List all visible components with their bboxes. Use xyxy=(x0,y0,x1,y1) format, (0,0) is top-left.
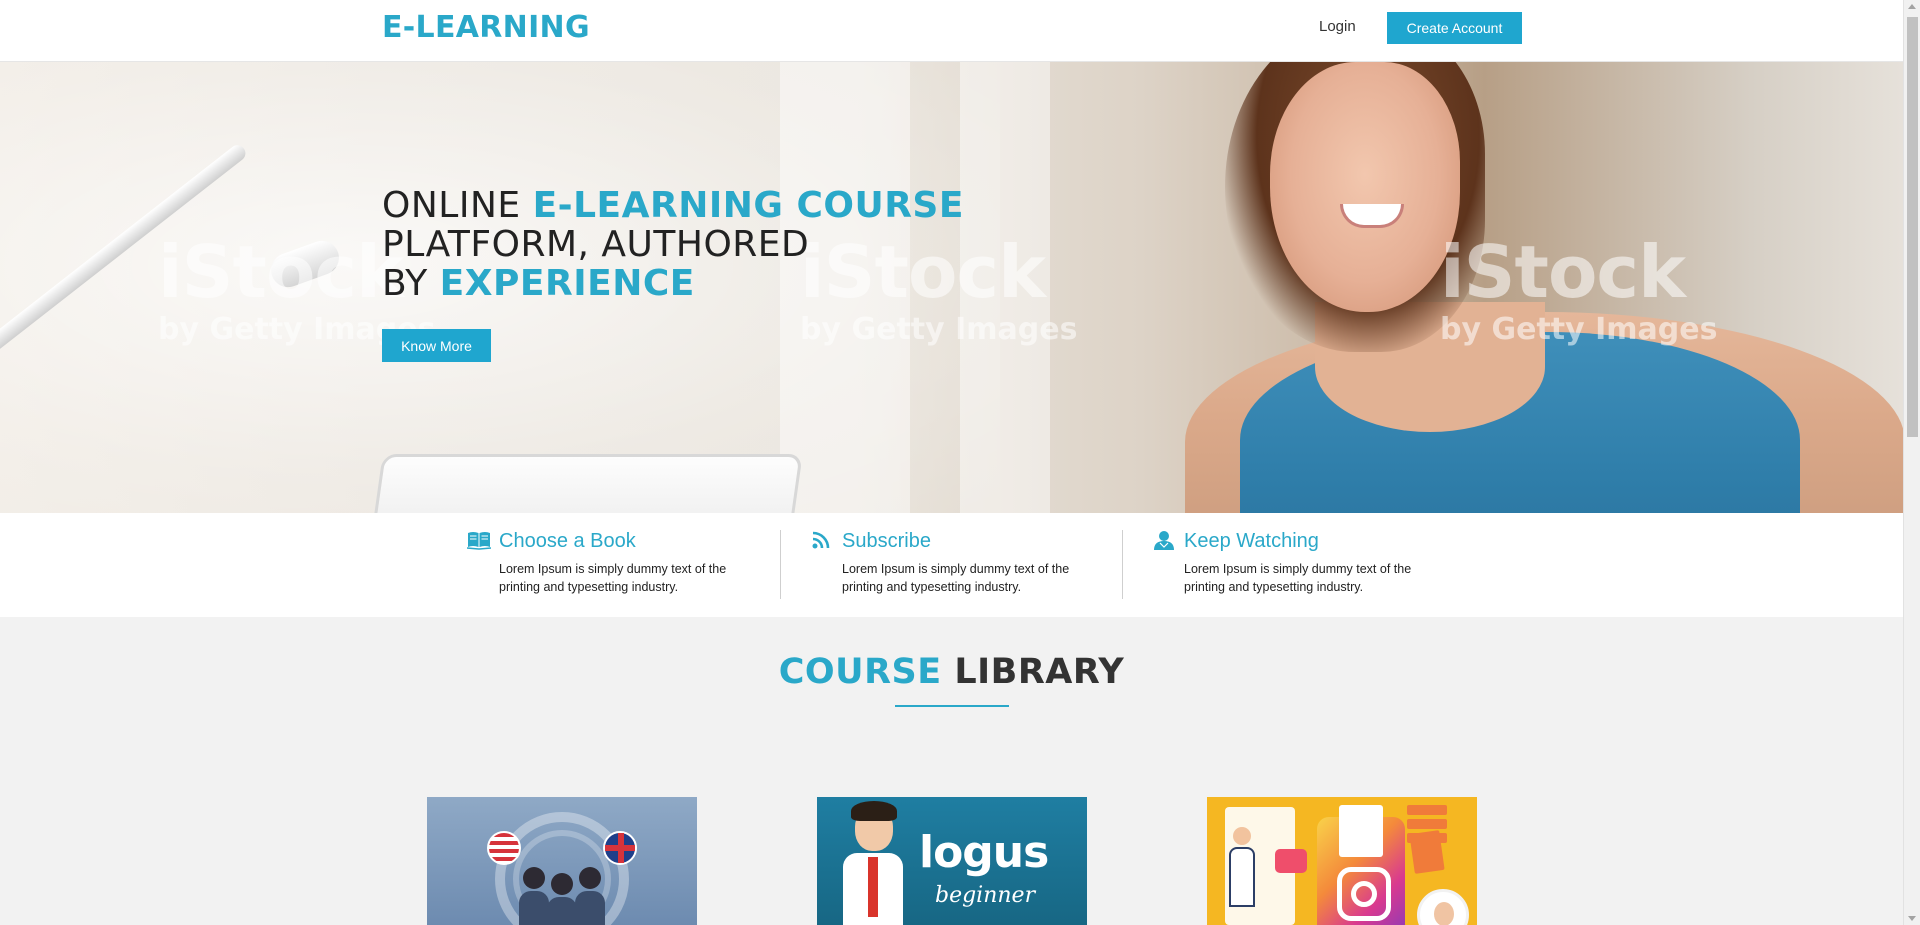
create-account-button[interactable]: Create Account xyxy=(1387,12,1522,44)
presenter-figure xyxy=(1227,827,1257,925)
course-card-logus[interactable]: logus beginner xyxy=(817,797,1087,925)
feature-text: Lorem Ipsum is simply dummy text of the … xyxy=(1184,562,1412,594)
course-card-language[interactable] xyxy=(427,797,697,925)
hero-banner: iStock by Getty Images iStock by Getty I… xyxy=(0,62,1903,513)
person-icon xyxy=(575,867,605,925)
feature-keep-watching: Keep Watching Lorem Ipsum is simply dumm… xyxy=(1152,530,1482,600)
character-tie xyxy=(868,857,878,917)
user-icon xyxy=(1154,531,1174,550)
hero-headline: ONLINE E-LEARNING COURSE PLATFORM, AUTHO… xyxy=(382,186,964,303)
library-title-accent: COURSE xyxy=(778,652,942,692)
logus-logo: logus xyxy=(919,827,1049,878)
camera-icon xyxy=(1275,849,1307,873)
hero-woman-face xyxy=(1270,62,1460,312)
avatar xyxy=(1417,889,1469,925)
hero-laptop xyxy=(367,454,803,513)
hero-line1-accent: E-LEARNING COURSE xyxy=(532,185,964,226)
feature-divider xyxy=(1122,530,1123,599)
feature-subscribe: Subscribe Lorem Ipsum is simply dummy te… xyxy=(810,530,1140,600)
site-header: E-LEARNING Login Create Account xyxy=(0,0,1903,62)
course-library-heading: COURSE LIBRARY xyxy=(0,652,1903,692)
feature-text: Lorem Ipsum is simply dummy text of the … xyxy=(499,562,727,594)
course-card-instagram[interactable] xyxy=(1207,797,1477,925)
books-icon xyxy=(1409,830,1445,874)
instagram-lens-icon xyxy=(1351,881,1377,907)
feature-title[interactable]: Subscribe xyxy=(842,530,931,553)
heading-underline xyxy=(895,705,1009,707)
logus-subtitle: beginner xyxy=(935,883,1036,908)
watermark-main: iStock xyxy=(1440,230,1686,314)
person-icon xyxy=(547,873,577,925)
login-link[interactable]: Login xyxy=(1319,18,1356,35)
scroll-up-arrow-icon[interactable] xyxy=(1908,4,1916,9)
person-icon xyxy=(519,867,549,925)
site-logo[interactable]: E-LEARNING xyxy=(382,10,590,45)
uk-flag-icon xyxy=(603,831,637,865)
features-strip: Choose a Book Lorem Ipsum is simply dumm… xyxy=(0,513,1903,617)
hero-line1-plain: ONLINE xyxy=(382,185,533,226)
library-title-plain: LIBRARY xyxy=(941,652,1125,692)
scroll-down-arrow-icon[interactable] xyxy=(1908,916,1916,921)
feature-title[interactable]: Choose a Book xyxy=(499,530,636,553)
scrollbar-thumb[interactable] xyxy=(1907,17,1918,437)
us-flag-icon xyxy=(487,831,521,865)
ui-panel xyxy=(1339,805,1383,857)
rss-icon xyxy=(812,531,830,549)
hero-line3-accent: EXPERIENCE xyxy=(439,263,695,304)
know-more-button[interactable]: Know More xyxy=(382,329,491,362)
character-hair xyxy=(851,801,897,821)
feature-divider xyxy=(780,530,781,599)
feature-title[interactable]: Keep Watching xyxy=(1184,530,1319,553)
feature-text: Lorem Ipsum is simply dummy text of the … xyxy=(842,562,1070,594)
page-scrollbar[interactable] xyxy=(1903,0,1920,925)
hero-line3-plain: BY xyxy=(382,263,440,304)
open-book-icon xyxy=(467,532,491,550)
feature-choose-book: Choose a Book Lorem Ipsum is simply dumm… xyxy=(467,530,797,600)
hero-line2: PLATFORM, AUTHORED xyxy=(382,224,810,265)
